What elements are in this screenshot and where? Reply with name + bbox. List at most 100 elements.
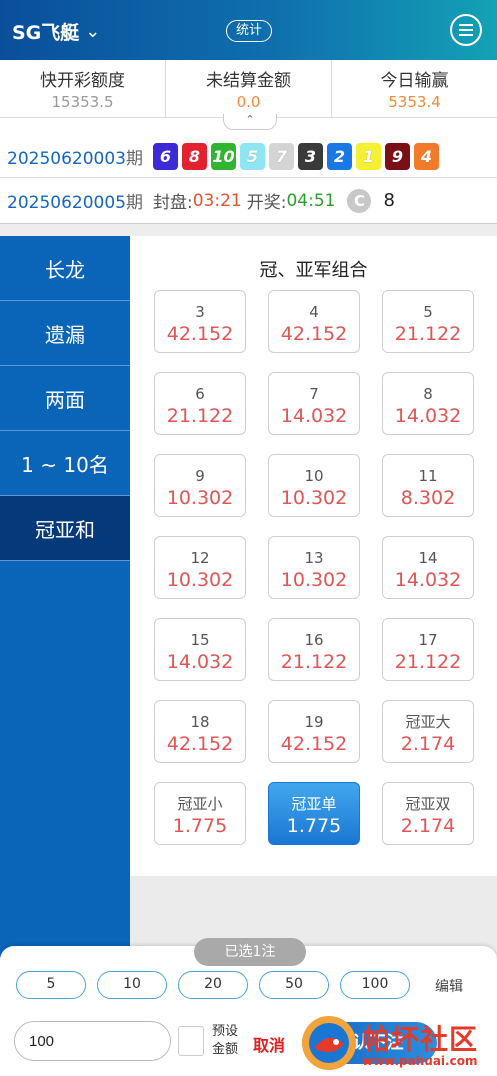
- edit-chips-button[interactable]: 编辑: [435, 976, 463, 996]
- odds-cell-value: 14.032: [280, 405, 348, 427]
- odds-cell[interactable]: 15 14.032: [154, 618, 246, 681]
- odds-cell-name: 19: [304, 713, 324, 731]
- odds-cell-value: 21.122: [394, 323, 462, 345]
- odds-cell-value: 10.302: [280, 487, 348, 509]
- odds-cell-name: 6: [195, 385, 205, 403]
- odds-cell[interactable]: 18 42.152: [154, 700, 246, 763]
- unsettled-amount: 未结算金额 0.0: [166, 60, 332, 117]
- odds-cell-name: 9: [195, 467, 205, 485]
- odds-cell[interactable]: 冠亚单 1.775: [268, 782, 360, 845]
- result-ball: 1: [355, 143, 381, 170]
- sidebar-item-long-dragon[interactable]: 长龙: [0, 236, 130, 301]
- result-ball: 8: [181, 143, 207, 170]
- odds-cell-name: 5: [423, 303, 433, 321]
- odds-cell-value: 42.152: [166, 733, 234, 755]
- odds-cell-value: 10.302: [166, 569, 234, 591]
- last-draw-row: 20250620003期 6 8 10 5 7 3 2 1 9 4: [0, 136, 497, 178]
- odds-cell-value: 1.775: [172, 815, 228, 837]
- credit-limit: 快开彩额度 15353.5: [0, 60, 166, 117]
- odds-cell-name: 冠亚双: [405, 795, 451, 813]
- quick-amount-chips: 5 10 20 50 100: [16, 971, 410, 999]
- sidebar-item-champion-sum[interactable]: 冠亚和: [0, 496, 130, 561]
- sidebar-item-rank-1-10[interactable]: 1 ~ 10名: [0, 431, 130, 496]
- odds-cell[interactable]: 冠亚大 2.174: [382, 700, 474, 763]
- watermark-url: www.pahuai.com: [362, 1054, 478, 1068]
- refresh-countdown: 8: [383, 190, 395, 211]
- divider: [0, 224, 497, 236]
- lottery-title: SG飞艇: [12, 22, 80, 44]
- odds-cell-value: 1.775: [286, 815, 342, 837]
- last-draw-period: 20250620003期: [7, 149, 143, 169]
- odds-cell-value: 14.032: [394, 569, 462, 591]
- odds-cell-name: 17: [418, 631, 438, 649]
- bet-amount-input[interactable]: [14, 1021, 171, 1061]
- odds-cell[interactable]: 6 21.122: [154, 372, 246, 435]
- odds-cell-value: 21.122: [394, 651, 462, 673]
- chip-10[interactable]: 10: [97, 971, 167, 999]
- odds-cell-name: 11: [418, 467, 438, 485]
- today-profit: 今日输赢 5353.4: [332, 60, 497, 117]
- cancel-button[interactable]: 取消: [253, 1032, 285, 1056]
- odds-cell-value: 2.174: [400, 815, 456, 837]
- open-label: 开奖:: [246, 193, 287, 213]
- account-summary: 快开彩额度 15353.5 未结算金额 0.0 今日输赢 5353.4: [0, 60, 497, 118]
- sidebar-item-two-sides[interactable]: 两面: [0, 366, 130, 431]
- chip-50[interactable]: 50: [259, 971, 329, 999]
- odds-cell[interactable]: 4 42.152: [268, 290, 360, 353]
- odds-cell[interactable]: 14 14.032: [382, 536, 474, 599]
- odds-cell-value: 14.032: [394, 405, 462, 427]
- odds-cell[interactable]: 16 21.122: [268, 618, 360, 681]
- odds-cell-name: 8: [423, 385, 433, 403]
- panel-title: 冠、亚军组合: [259, 260, 368, 281]
- odds-cell-value: 42.152: [280, 323, 348, 345]
- refresh-icon[interactable]: C: [347, 188, 372, 213]
- odds-cell-name: 4: [309, 303, 319, 321]
- odds-cell-name: 冠亚大: [405, 713, 451, 731]
- odds-cell[interactable]: 13 10.302: [268, 536, 360, 599]
- odds-cell-value: 42.152: [280, 733, 348, 755]
- close-label: 封盘:: [152, 193, 193, 213]
- odds-cell[interactable]: 19 42.152: [268, 700, 360, 763]
- menu-icon[interactable]: [450, 14, 482, 46]
- odds-cell[interactable]: 8 14.032: [382, 372, 474, 435]
- odds-cell-value: 2.174: [400, 733, 456, 755]
- chip-20[interactable]: 20: [178, 971, 248, 999]
- odds-cell[interactable]: 冠亚双 2.174: [382, 782, 474, 845]
- odds-cell[interactable]: 3 42.152: [154, 290, 246, 353]
- odds-cell-value: 42.152: [166, 323, 234, 345]
- unsettled-amount-label: 未结算金额: [206, 71, 291, 91]
- odds-cell[interactable]: 11 8.302: [382, 454, 474, 517]
- sidebar-item-missing[interactable]: 遗漏: [0, 301, 130, 366]
- odds-cell-value: 8.302: [400, 487, 456, 509]
- odds-cell-name: 16: [304, 631, 324, 649]
- odds-cell-name: 3: [195, 303, 205, 321]
- next-draw-period: 20250620005期: [7, 193, 143, 213]
- category-sidebar: 长龙 遗漏 两面 1 ~ 10名 冠亚和: [0, 236, 130, 966]
- odds-cell-name: 18: [190, 713, 210, 731]
- close-countdown: 03:21: [192, 190, 242, 211]
- stats-button[interactable]: 统计: [226, 20, 273, 42]
- chevron-down-icon: ⌄: [85, 21, 101, 42]
- odds-cell[interactable]: 9 10.302: [154, 454, 246, 517]
- credit-limit-label: 快开彩额度: [40, 71, 125, 91]
- odds-cell[interactable]: 17 21.122: [382, 618, 474, 681]
- chip-100[interactable]: 100: [340, 971, 410, 999]
- odds-cell[interactable]: 冠亚小 1.775: [154, 782, 246, 845]
- chevron-up-icon[interactable]: ⌃: [223, 114, 277, 130]
- odds-cell-name: 12: [190, 549, 210, 567]
- odds-cell-name: 7: [309, 385, 319, 403]
- odds-cell[interactable]: 7 14.032: [268, 372, 360, 435]
- next-draw-row: 20250620005期 封盘: 03:21 开奖: 04:51 C 8: [0, 178, 497, 224]
- odds-cell-name: 冠亚小: [177, 795, 223, 813]
- odds-cell-value: 10.302: [280, 569, 348, 591]
- lottery-selector[interactable]: SG飞艇 ⌄: [12, 18, 100, 45]
- odds-cell-name: 冠亚单: [291, 795, 337, 813]
- odds-cell-value: 21.122: [280, 651, 348, 673]
- chip-5[interactable]: 5: [16, 971, 86, 999]
- odds-cell[interactable]: 12 10.302: [154, 536, 246, 599]
- odds-cell[interactable]: 5 21.122: [382, 290, 474, 353]
- draw-result-balls: 6 8 10 5 7 3 2 1 9 4: [152, 143, 439, 170]
- odds-cell-name: 13: [304, 549, 324, 567]
- preset-amount-checkbox[interactable]: [178, 1026, 204, 1056]
- odds-cell[interactable]: 10 10.302: [268, 454, 360, 517]
